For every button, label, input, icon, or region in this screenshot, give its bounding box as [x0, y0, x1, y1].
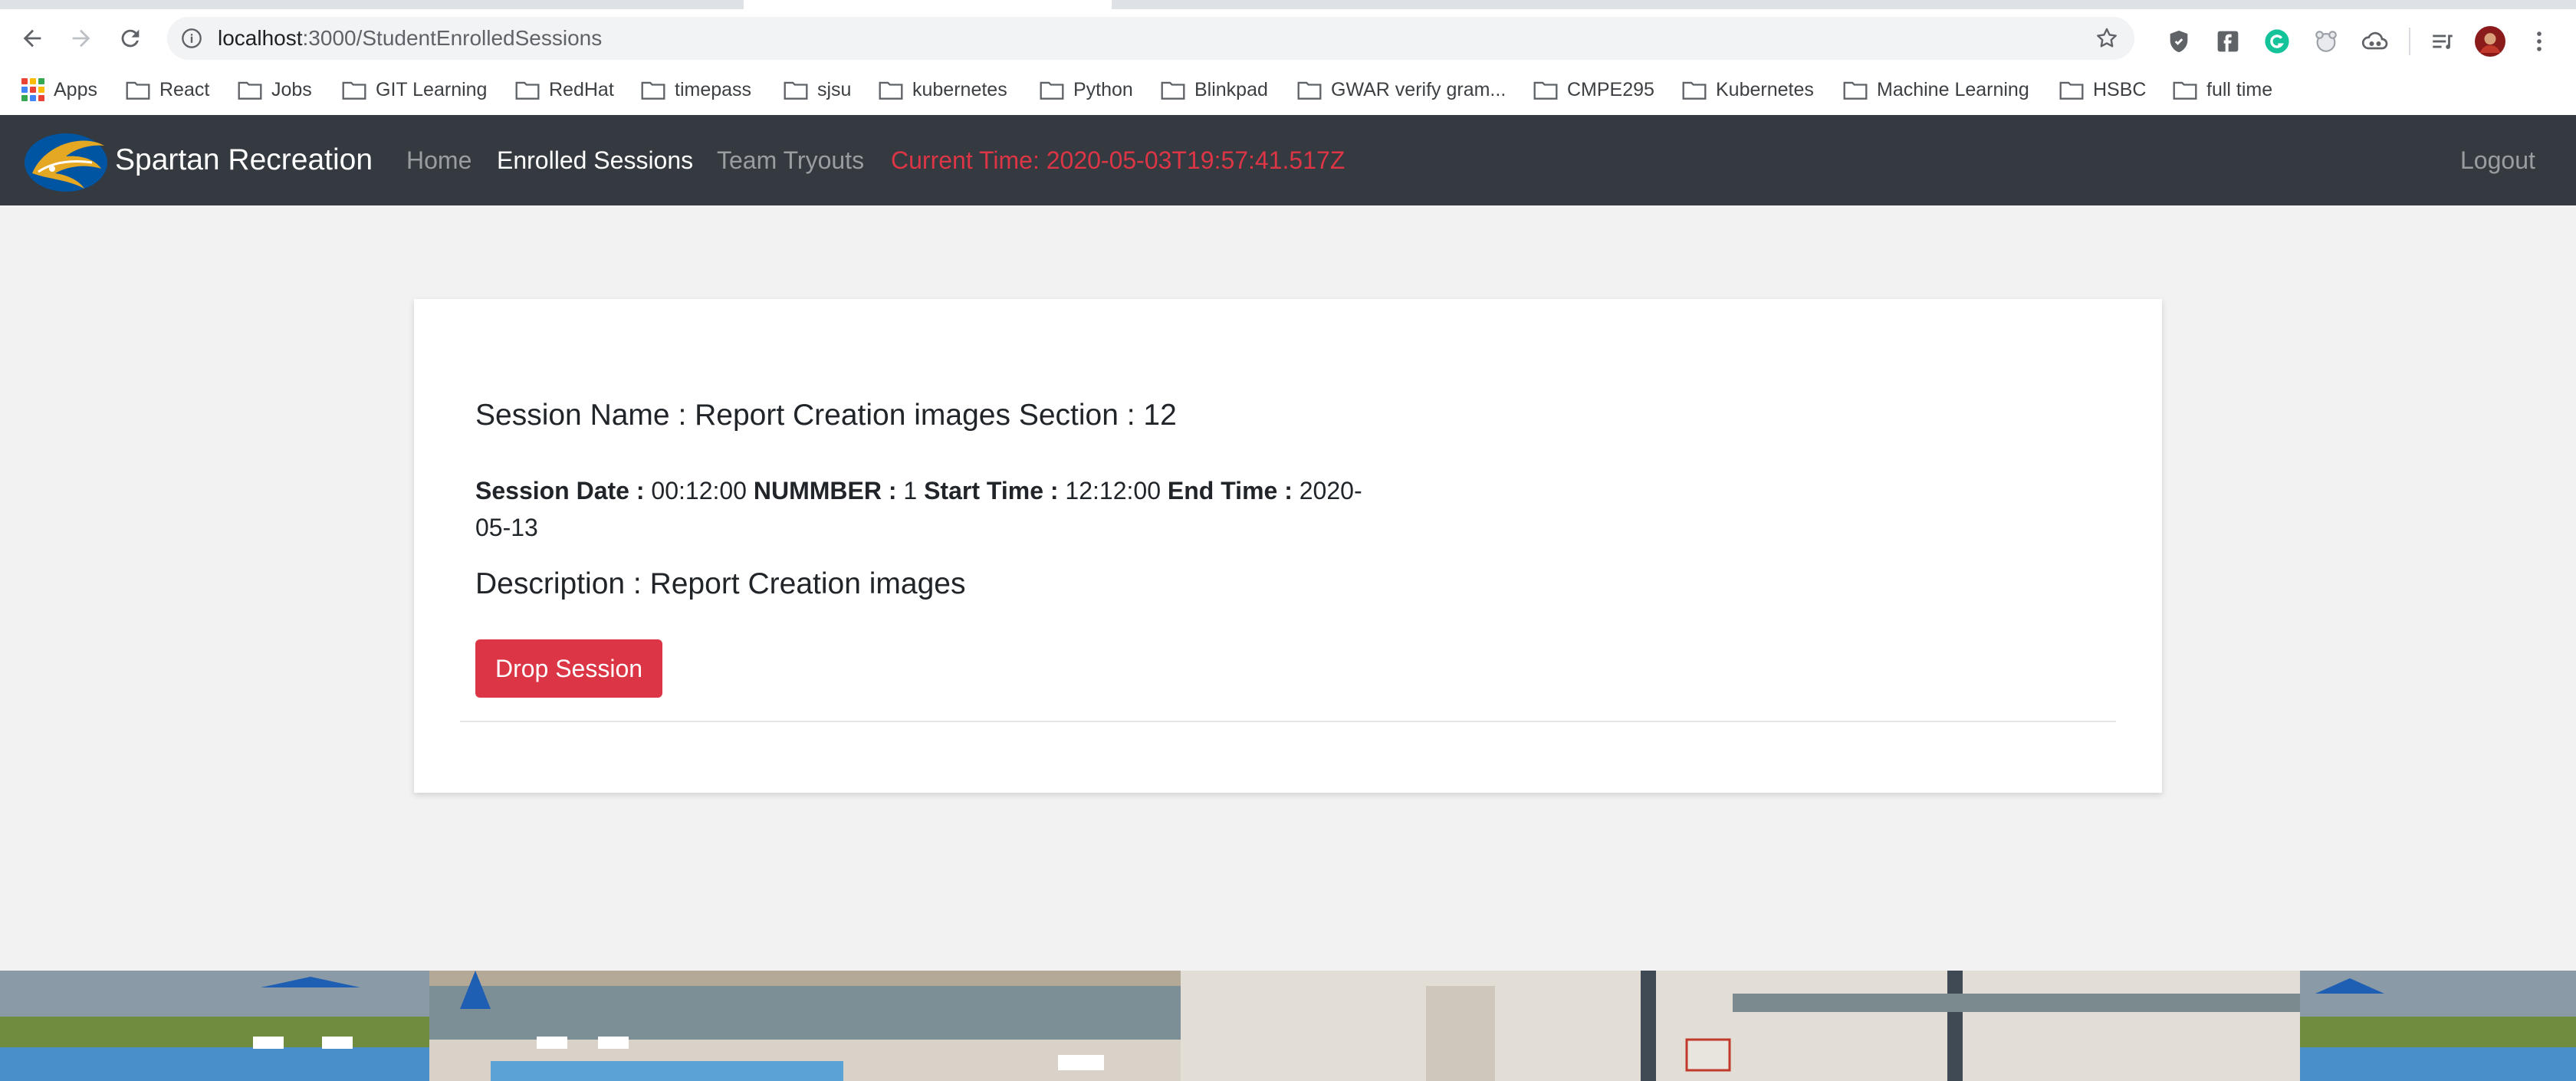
start-time-value: 12:12:00 — [1065, 477, 1161, 504]
folder-icon — [1682, 81, 1707, 100]
app-navbar: Spartan Recreation Home Enrolled Session… — [0, 115, 2576, 205]
folder-icon — [238, 81, 262, 100]
toolbar-divider — [2409, 28, 2410, 55]
nav-link-team-tryouts[interactable]: Team Tryouts — [717, 115, 864, 205]
bookmark-folder[interactable]: RedHat — [515, 64, 614, 115]
folder-icon — [1843, 81, 1868, 100]
drop-session-button[interactable]: Drop Session — [475, 639, 662, 698]
bookmark-label: GIT Learning — [376, 78, 488, 100]
session-description: Description : Report Creation images — [475, 567, 966, 600]
bookmark-label: CMPE295 — [1567, 78, 1654, 100]
current-time-text: Current Time: 2020-05-03T19:57:41.517Z — [891, 146, 1346, 174]
bookmark-apps[interactable]: Apps — [21, 64, 97, 115]
bookmarks-bar: Apps React Jobs GIT Learning RedHat time… — [0, 64, 2576, 116]
session-number-label: NUMMBER : — [753, 477, 897, 504]
bookmark-label: kubernetes — [912, 78, 1007, 100]
reload-icon[interactable] — [113, 21, 147, 55]
url-path: :3000/StudentEnrolledSessions — [302, 26, 603, 50]
bookmark-label: Blinkpad — [1194, 78, 1268, 100]
forward-arrow-icon[interactable] — [64, 21, 98, 55]
nav-link-enrolled-sessions[interactable]: Enrolled Sessions — [497, 115, 693, 205]
bookmark-folder[interactable]: kubernetes — [879, 64, 1007, 115]
cloud-extension-icon[interactable] — [2360, 26, 2390, 57]
nav-link-home[interactable]: Home — [406, 115, 472, 205]
browser-menu-icon[interactable] — [2524, 26, 2555, 57]
folder-icon — [2173, 81, 2197, 100]
back-arrow-icon[interactable] — [15, 21, 49, 55]
session-date-label: Session Date : — [475, 477, 645, 504]
main-content: Session Name : Report Creation images Se… — [0, 205, 2576, 971]
bookmark-folder[interactable]: timepass — [641, 64, 751, 115]
session-title: Session Name : Report Creation images Se… — [475, 399, 1177, 432]
folder-icon — [1533, 81, 1558, 100]
session-details: Session Date : 00:12:00 NUMMBER : 1 Star… — [475, 472, 1388, 546]
bookmark-folder[interactable]: Python — [1040, 64, 1133, 115]
shield-extension-icon[interactable] — [2164, 26, 2194, 57]
session-card: Session Name : Report Creation images Se… — [414, 299, 2162, 793]
bookmark-folder[interactable]: sjsu — [784, 64, 851, 115]
url-host: localhost — [218, 26, 303, 50]
session-date-value: 00:12:00 — [651, 477, 747, 504]
apps-grid-icon — [21, 78, 44, 101]
spartan-logo[interactable] — [21, 129, 110, 193]
bookmark-folder[interactable]: full time — [2173, 64, 2272, 115]
end-time-label: End Time : — [1167, 477, 1293, 504]
bear-extension-icon[interactable] — [2311, 26, 2341, 57]
bookmark-folder[interactable]: Machine Learning — [1843, 64, 2029, 115]
bookmark-folder[interactable]: React — [126, 64, 209, 115]
bookmark-label: React — [159, 78, 210, 100]
bookmark-label: timepass — [675, 78, 752, 100]
session-number-value: 1 — [903, 477, 918, 504]
bookmark-folder[interactable]: Kubernetes — [1682, 64, 1814, 115]
logout-link[interactable]: Logout — [2460, 115, 2535, 205]
bookmark-label: sjsu — [817, 78, 852, 100]
card-divider — [460, 721, 2116, 722]
profile-avatar[interactable] — [2475, 26, 2505, 57]
bookmark-folder[interactable]: GWAR verify gram... — [1297, 64, 1506, 115]
facebook-extension-icon[interactable] — [2213, 26, 2243, 57]
browser-toolbar: localhost:3000/StudentEnrolledSessions — [0, 9, 2576, 64]
folder-icon — [1040, 81, 1064, 100]
folder-icon — [784, 81, 808, 100]
grammarly-extension-icon[interactable] — [2262, 26, 2292, 57]
url-text[interactable]: localhost:3000/StudentEnrolledSessions — [218, 17, 602, 60]
address-bar[interactable]: localhost:3000/StudentEnrolledSessions — [167, 17, 2134, 60]
folder-icon — [2059, 81, 2084, 100]
start-time-label: Start Time : — [924, 477, 1059, 504]
bookmark-label: Jobs — [271, 78, 312, 100]
bookmark-label: full time — [2206, 78, 2273, 100]
folder-icon — [879, 81, 903, 100]
bookmark-label: RedHat — [549, 78, 614, 100]
bookmark-label: HSBC — [2093, 78, 2147, 100]
folder-icon — [126, 81, 150, 100]
folder-icon — [515, 81, 540, 100]
bookmark-folder[interactable]: GIT Learning — [342, 64, 487, 115]
bookmark-folder[interactable]: CMPE295 — [1533, 64, 1654, 115]
media-queue-icon[interactable] — [2427, 26, 2458, 57]
bookmark-label: Python — [1073, 78, 1133, 100]
folder-icon — [641, 81, 665, 100]
bookmark-star-icon[interactable] — [2095, 26, 2119, 51]
brand-title[interactable]: Spartan Recreation — [115, 115, 373, 205]
bookmark-folder[interactable]: Jobs — [238, 64, 312, 115]
folder-icon — [1161, 81, 1185, 100]
bookmark-label: GWAR verify gram... — [1331, 78, 1506, 100]
info-icon[interactable] — [181, 28, 202, 49]
folder-icon — [342, 81, 366, 100]
bookmark-folder[interactable]: Blinkpad — [1161, 64, 1268, 115]
folder-icon — [1297, 81, 1322, 100]
bookmark-label: Apps — [54, 78, 97, 100]
bookmark-label: Kubernetes — [1716, 78, 1814, 100]
bookmark-label: Machine Learning — [1877, 78, 2029, 100]
bookmark-folder[interactable]: HSBC — [2059, 64, 2146, 115]
pool-photo-banner — [0, 971, 2576, 1081]
